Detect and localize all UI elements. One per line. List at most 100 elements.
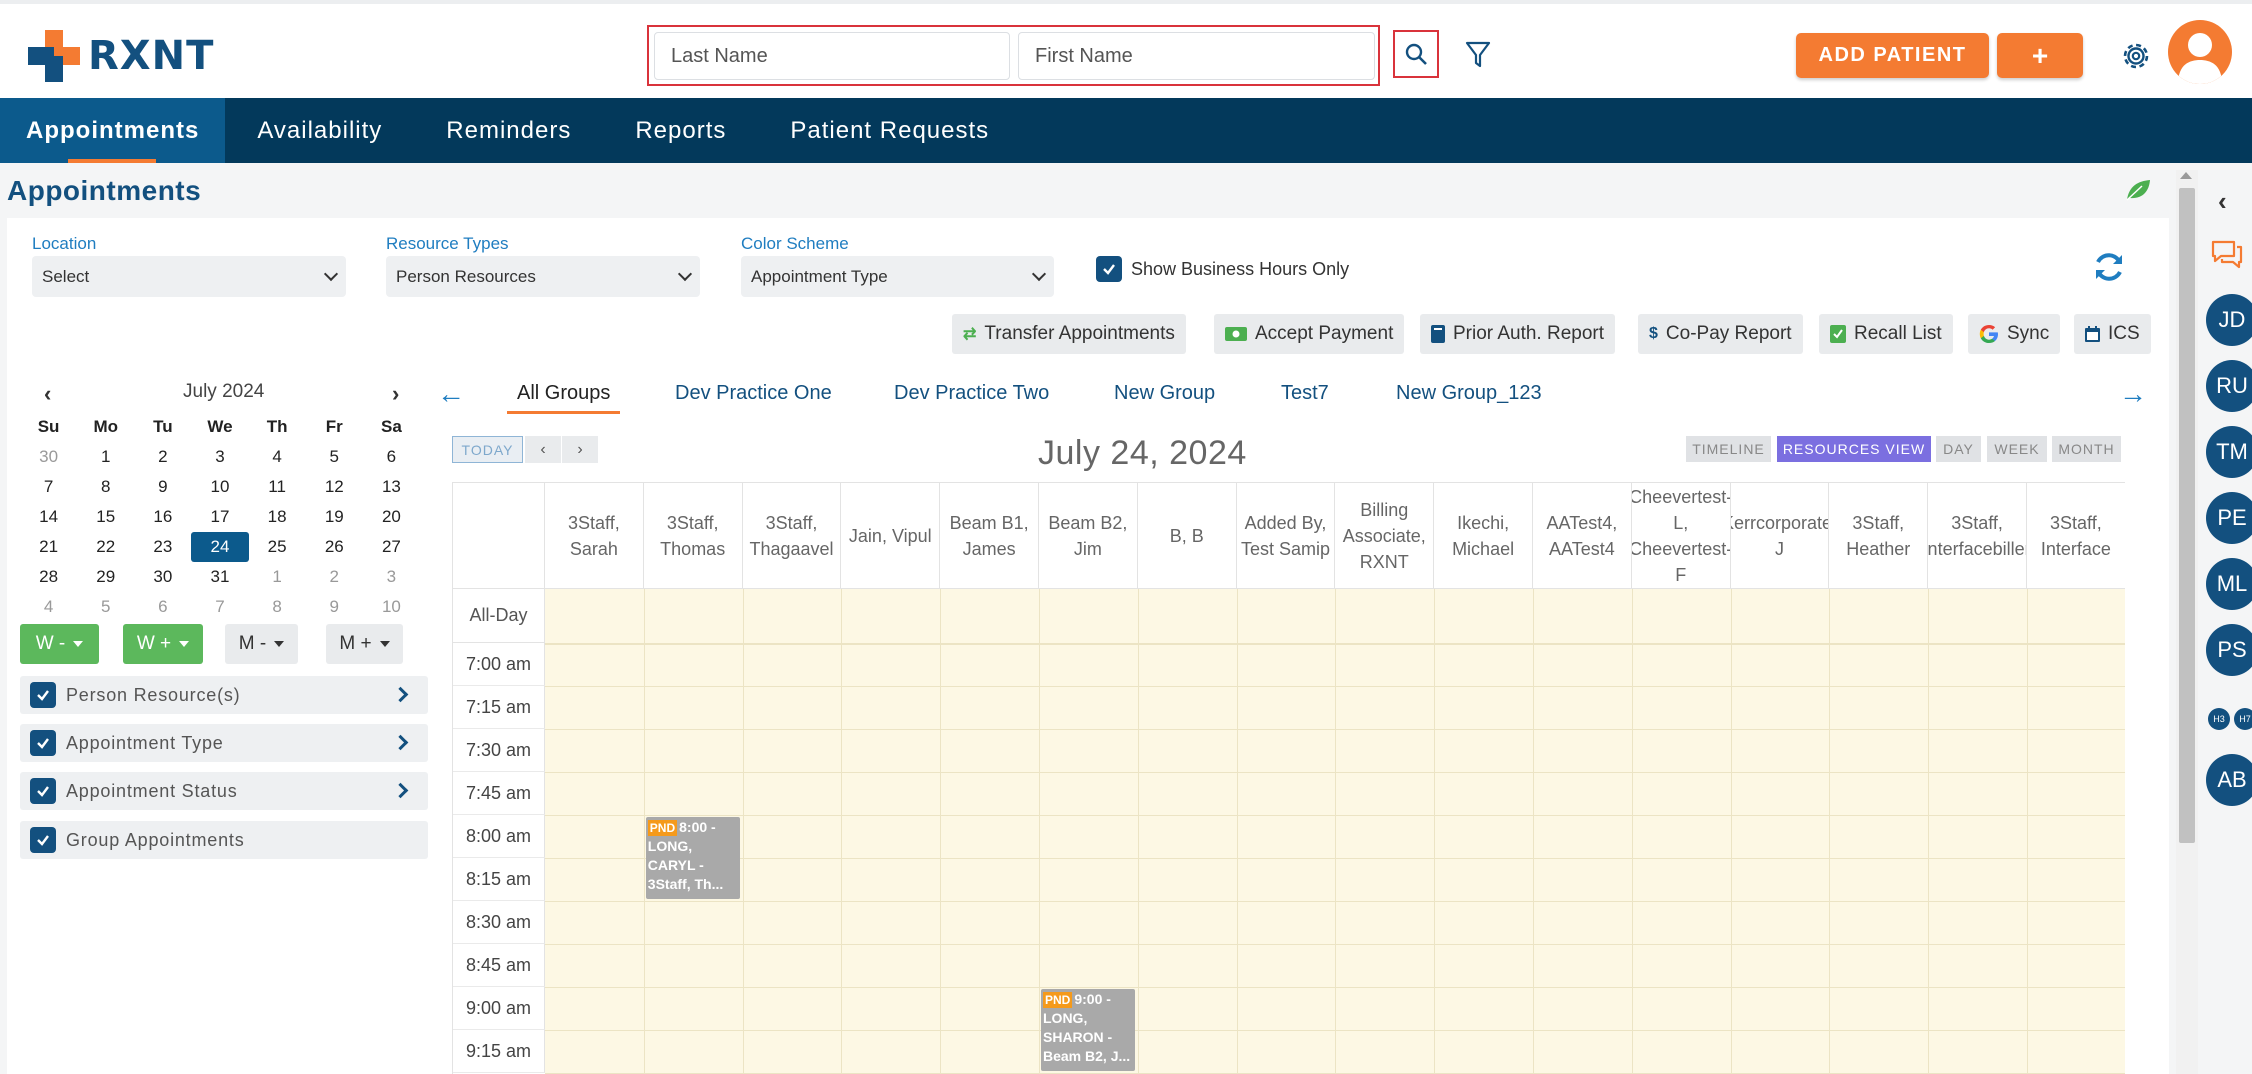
calendar-next-month-icon[interactable]: › — [392, 381, 399, 407]
resource-column-header[interactable]: Billing Associate, RXNT — [1335, 483, 1435, 589]
calendar-day[interactable]: 2 — [134, 442, 191, 472]
rail-avatar-ab[interactable]: AB — [2206, 754, 2252, 806]
calendar-day[interactable]: 3 — [191, 442, 248, 472]
calendar-day[interactable]: 7 — [191, 592, 248, 622]
calendar-day[interactable]: 3 — [363, 562, 420, 592]
person-resources-filter[interactable]: Person Resource(s) — [20, 676, 428, 714]
ics-button[interactable]: ICS — [2074, 314, 2151, 354]
resource-column-header[interactable]: Added By, Test Samip — [1236, 483, 1336, 589]
prior-auth-report-button[interactable]: Prior Auth. Report — [1420, 314, 1616, 354]
accept-payment-button[interactable]: Accept Payment — [1214, 314, 1405, 354]
calendar-day[interactable]: 13 — [363, 472, 420, 502]
calendar-day[interactable]: 10 — [363, 592, 420, 622]
calendar-day[interactable]: 7 — [20, 472, 77, 502]
recall-list-button[interactable]: Recall List — [1819, 314, 1953, 354]
calendar-day[interactable]: 9 — [306, 592, 363, 622]
calendar-day[interactable]: 21 — [20, 532, 77, 562]
calendar-day[interactable]: 10 — [191, 472, 248, 502]
appointment-block[interactable]: PND 9:00 - LONG, SHARON - Beam B2, J... — [1041, 989, 1135, 1071]
calendar-day[interactable]: 31 — [191, 562, 248, 592]
rail-avatar-pe[interactable]: PE — [2206, 492, 2252, 544]
resource-column-header[interactable]: Jain, Vipul — [841, 483, 941, 589]
transfer-appointments-button[interactable]: ⇄ Transfer Appointments — [952, 314, 1186, 354]
nav-tab-reminders[interactable]: Reminders — [414, 98, 603, 163]
resource-column-header[interactable]: AATest4, AATest4 — [1533, 483, 1632, 589]
appointment-status-checkbox[interactable] — [30, 778, 56, 804]
location-select[interactable]: Select — [32, 256, 346, 297]
calendar-day[interactable]: 28 — [20, 562, 77, 592]
calendar-day[interactable]: 1 — [77, 442, 134, 472]
calendar-prev-month-icon[interactable]: ‹ — [44, 381, 51, 407]
resource-column-header[interactable]: 3Staff, Thagaavel — [742, 483, 842, 589]
co-pay-report-button[interactable]: $ Co-Pay Report — [1638, 314, 1803, 354]
scrollbar-thumb[interactable] — [2179, 188, 2195, 843]
prev-day-button[interactable]: ‹ — [525, 436, 561, 463]
calendar-day[interactable]: 2 — [306, 562, 363, 592]
next-day-button[interactable]: › — [562, 436, 598, 463]
refresh-icon[interactable] — [2092, 250, 2126, 284]
month-minus-button[interactable]: M - — [225, 624, 298, 664]
rail-avatar-ps[interactable]: PS — [2206, 624, 2252, 676]
calendar-day[interactable]: 26 — [306, 532, 363, 562]
resource-column-header[interactable]: 3Staff, Sarah — [545, 483, 644, 589]
calendar-day[interactable]: 30 — [20, 442, 77, 472]
week-plus-button[interactable]: W + — [123, 624, 203, 664]
first-name-input[interactable] — [1018, 32, 1375, 80]
color-scheme-select[interactable]: Appointment Type — [741, 256, 1054, 297]
calendar-day[interactable]: 16 — [134, 502, 191, 532]
calendar-day[interactable]: 4 — [249, 442, 306, 472]
gear-icon[interactable] — [2118, 38, 2154, 74]
nav-tab-reports[interactable]: Reports — [603, 98, 758, 163]
calendar-day[interactable]: 5 — [306, 442, 363, 472]
calendar-day[interactable]: 19 — [306, 502, 363, 532]
add-plus-button[interactable]: + — [1997, 33, 2083, 78]
calendar-day[interactable]: 6 — [134, 592, 191, 622]
groups-forward-arrow-icon[interactable]: → — [2119, 378, 2147, 410]
calendar-day[interactable]: 30 — [134, 562, 191, 592]
rxnt-logo[interactable]: RXNT — [28, 30, 214, 82]
page-scrollbar[interactable] — [2176, 170, 2198, 1074]
calendar-day[interactable]: 25 — [249, 532, 306, 562]
resource-column-header[interactable]: 3Staff, interfacebiller — [1928, 483, 2027, 589]
calendar-day[interactable]: 8 — [77, 472, 134, 502]
rail-avatar-ru[interactable]: RU — [2206, 360, 2252, 412]
calendar-day[interactable]: 12 — [306, 472, 363, 502]
week-minus-button[interactable]: W - — [20, 624, 99, 664]
scroll-up-arrow-icon[interactable] — [2180, 172, 2192, 179]
resource-column-header[interactable]: Beam B2, Jim — [1039, 483, 1138, 589]
rail-avatar-h7[interactable]: H7 — [2234, 708, 2252, 730]
view-week-button[interactable]: WEEK — [1987, 436, 2047, 462]
calendar-day[interactable]: 23 — [134, 532, 191, 562]
appointment-type-filter[interactable]: Appointment Type — [20, 724, 428, 762]
appointment-type-checkbox[interactable] — [30, 730, 56, 756]
view-month-button[interactable]: MONTH — [2052, 436, 2121, 462]
group-tab-new-group-123[interactable]: New Group_123 — [1396, 382, 1542, 405]
last-name-input[interactable] — [654, 32, 1010, 80]
resource-types-select[interactable]: Person Resources — [386, 256, 700, 297]
resource-column-header[interactable]: B, B — [1137, 483, 1237, 589]
user-avatar[interactable] — [2168, 20, 2232, 84]
rail-avatar-ml[interactable]: ML — [2206, 558, 2252, 610]
rail-avatar-jd[interactable]: JD — [2206, 294, 2252, 346]
view-timeline-button[interactable]: TIMELINE — [1686, 436, 1771, 462]
nav-tab-availability[interactable]: Availability — [225, 98, 414, 163]
chat-icon[interactable] — [2210, 238, 2244, 272]
nav-tab-patient-requests[interactable]: Patient Requests — [758, 98, 1021, 163]
chevron-right-icon[interactable] — [392, 782, 409, 799]
appointment-block[interactable]: PND 8:00 - LONG, CARYL - 3Staff, Th... — [645, 817, 740, 899]
today-button[interactable]: TODAY — [452, 436, 523, 463]
month-plus-button[interactable]: M + — [326, 624, 403, 664]
calendar-day[interactable]: 17 — [191, 502, 248, 532]
view-resources-button[interactable]: RESOURCES VIEW — [1777, 436, 1931, 462]
group-tab-new-group[interactable]: New Group — [1114, 382, 1215, 405]
calendar-day[interactable]: 11 — [249, 472, 306, 502]
calendar-day[interactable]: 4 — [20, 592, 77, 622]
calendar-day[interactable]: 24 — [191, 532, 249, 562]
resource-column-header[interactable]: Beam B1, James — [940, 483, 1039, 589]
resource-column-header[interactable]: Cheevertest-L, Cheevertest-F — [1631, 483, 1731, 589]
calendar-day[interactable]: 29 — [77, 562, 134, 592]
sync-button[interactable]: Sync — [1968, 314, 2061, 354]
nav-tab-appointments[interactable]: Appointments — [0, 98, 226, 163]
group-tab-all-groups[interactable]: All Groups — [517, 382, 610, 405]
group-appointments-checkbox[interactable] — [30, 827, 56, 853]
